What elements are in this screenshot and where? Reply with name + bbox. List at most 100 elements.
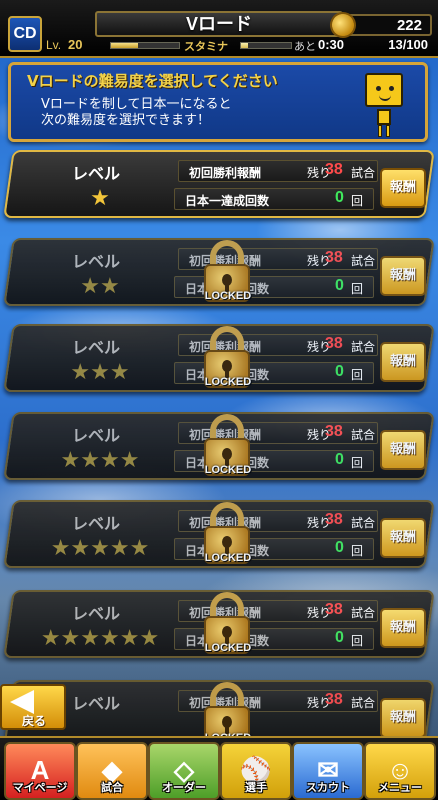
reward-button[interactable]: 報酬	[380, 430, 426, 470]
level-card[interactable]: レベル★★★★★初回勝利報酬残り38試合日本一達成回数0回報酬LOCKED	[3, 500, 435, 568]
level-card-inner: レベル ★ 初回勝利報酬 残り 38 試合 日本一達成回数 0 回報酬	[10, 152, 428, 216]
locked-label: LOCKED	[204, 464, 252, 476]
level-card[interactable]: レベル★★★★初回勝利報酬残り38試合日本一達成回数0回報酬LOCKED	[3, 412, 435, 480]
coin-counter[interactable]: 222	[326, 8, 432, 42]
level-card[interactable]: レベル ★ 初回勝利報酬 残り 38 試合 日本一達成回数 0 回報酬	[3, 150, 435, 218]
star-rating: ★★★★★	[50, 536, 150, 561]
nav-scout[interactable]: ✉ スカウト	[292, 742, 364, 800]
padlock-icon: LOCKED	[202, 592, 254, 660]
games-unit: 試合	[351, 606, 376, 620]
difficulty-info-panel: Vロードの難易度を選択してください Vロードを制して日本一になると 次の難易度を…	[8, 62, 428, 142]
level-value: 20	[68, 37, 83, 52]
level-name: レベル	[72, 252, 121, 271]
mascot-icon	[357, 71, 411, 139]
reward-label: 初回勝利報酬	[189, 166, 262, 180]
info-title: Vロードの難易度を選択してください	[27, 72, 278, 90]
info-text-line: 次の難易度を選択できます！	[41, 113, 211, 128]
champ-count: 0	[335, 277, 344, 294]
level-card-inner: レベル★★初回勝利報酬残り38試合日本一達成回数0回報酬LOCKED	[10, 240, 428, 304]
champ-unit: 回	[351, 194, 364, 208]
back-button[interactable]: 戻る	[0, 684, 66, 730]
player-stats: Lv. 20 スタミナ あと 0:30 13/100	[46, 37, 434, 55]
nav-label: オーダー	[162, 781, 206, 794]
games-unit: 試合	[351, 340, 376, 354]
nav-label: 試合	[101, 781, 123, 794]
stamina-value: 13/100	[388, 37, 428, 52]
champ-count: 0	[335, 629, 344, 646]
star-rating: ★★	[80, 274, 120, 299]
nav-label: メニュー	[378, 781, 422, 794]
nav-label: スカウト	[306, 781, 350, 794]
games-unit: 試合	[351, 166, 376, 180]
coin-value: 222	[396, 17, 422, 34]
nav-game[interactable]: ◆ 試合	[76, 742, 148, 800]
nav-mypage[interactable]: A マイページ	[4, 742, 76, 800]
star-rating: ★★★★★★	[40, 626, 160, 651]
locked-label: LOCKED	[204, 290, 252, 302]
games-left: 38	[325, 161, 343, 178]
champ-count: 0	[335, 451, 344, 468]
champ-count: 0	[335, 189, 344, 206]
level-label: Lv.	[46, 38, 62, 52]
top-status-bar: CD Vロード 222 Lv. 20 スタミナ あと 0:30 13/100	[0, 0, 438, 58]
level-name: レベル	[72, 164, 121, 183]
champ-unit: 回	[351, 634, 364, 648]
padlock-icon: LOCKED	[202, 240, 254, 308]
level-name: レベル	[72, 694, 121, 713]
level-card[interactable]: レベル★★初回勝利報酬残り38試合日本一達成回数0回報酬LOCKED	[3, 238, 435, 306]
level-name: レベル	[72, 604, 121, 623]
star-rating: ★★★	[70, 360, 130, 385]
games-left: 38	[325, 335, 343, 352]
champ-label: 日本一達成回数	[185, 194, 270, 208]
recovery-label: あと	[294, 40, 316, 53]
level-card-inner: レベル★★★★★★初回勝利報酬残り38試合日本一達成回数0回報酬LOCKED	[10, 592, 428, 656]
champ-count: 0	[335, 363, 344, 380]
games-left: 38	[325, 601, 343, 618]
stamina-bar	[240, 42, 292, 49]
info-text-line: Vロードを制して日本一になると	[41, 97, 232, 112]
level-name: レベル	[72, 514, 121, 533]
padlock-icon: LOCKED	[202, 502, 254, 570]
padlock-icon: LOCKED	[202, 326, 254, 394]
reward-button[interactable]: 報酬	[380, 256, 426, 296]
first-win-reward: 初回勝利報酬 残り 38 試合	[178, 160, 378, 182]
reward-button[interactable]: 報酬	[380, 608, 426, 648]
level-card-inner: レベル★★★★★初回勝利報酬残り38試合日本一達成回数0回報酬LOCKED	[10, 502, 428, 566]
star-rating: ★★★★	[60, 448, 140, 473]
games-left: 38	[325, 423, 343, 440]
info-text: Vロードを制して日本一になると 次の難易度を選択できます！	[41, 97, 361, 129]
nav-order[interactable]: ◇ オーダー	[148, 742, 220, 800]
games-unit: 試合	[351, 516, 376, 530]
locked-label: LOCKED	[204, 376, 252, 388]
games-left: 38	[325, 691, 343, 708]
nav-player[interactable]: ⚾ 選手	[220, 742, 292, 800]
games-left: 38	[325, 511, 343, 528]
games-unit: 試合	[351, 696, 376, 710]
level-card[interactable]: レベル★★★★★★初回勝利報酬残り38試合日本一達成回数0回報酬LOCKED	[3, 590, 435, 658]
star-rating: ★	[90, 186, 110, 211]
championship-count: 日本一達成回数 0回	[174, 188, 374, 210]
champ-count: 0	[335, 539, 344, 556]
champ-unit: 回	[351, 456, 364, 470]
games-unit: 試合	[351, 254, 376, 268]
team-logo[interactable]: CD	[8, 16, 42, 52]
level-card-inner: レベル★★★★初回勝利報酬残り38試合日本一達成回数0回報酬LOCKED	[10, 414, 428, 478]
nav-menu[interactable]: ☺ メニュー	[364, 742, 436, 800]
nav-label: 選手	[245, 781, 267, 794]
recovery-time: 0:30	[318, 37, 345, 52]
games-left: 38	[325, 249, 343, 266]
games-unit: 試合	[351, 428, 376, 442]
reward-button[interactable]: 報酬	[380, 342, 426, 382]
stamina-label: スタミナ	[184, 40, 228, 53]
champ-unit: 回	[351, 282, 364, 296]
locked-label: LOCKED	[204, 642, 252, 654]
level-card[interactable]: レベル★★★初回勝利報酬残り38試合日本一達成回数0回報酬LOCKED	[3, 324, 435, 392]
reward-button[interactable]: 報酬	[380, 518, 426, 558]
reward-button[interactable]: 報酬	[380, 168, 426, 208]
level-card-inner: レベル★★★初回勝利報酬残り38試合日本一達成回数0回報酬LOCKED	[10, 326, 428, 390]
nav-label: マイページ	[12, 781, 68, 794]
level-name: レベル	[72, 338, 121, 357]
reward-button[interactable]: 報酬	[380, 698, 426, 738]
padlock-icon: LOCKED	[202, 414, 254, 482]
champ-unit: 回	[351, 368, 364, 382]
